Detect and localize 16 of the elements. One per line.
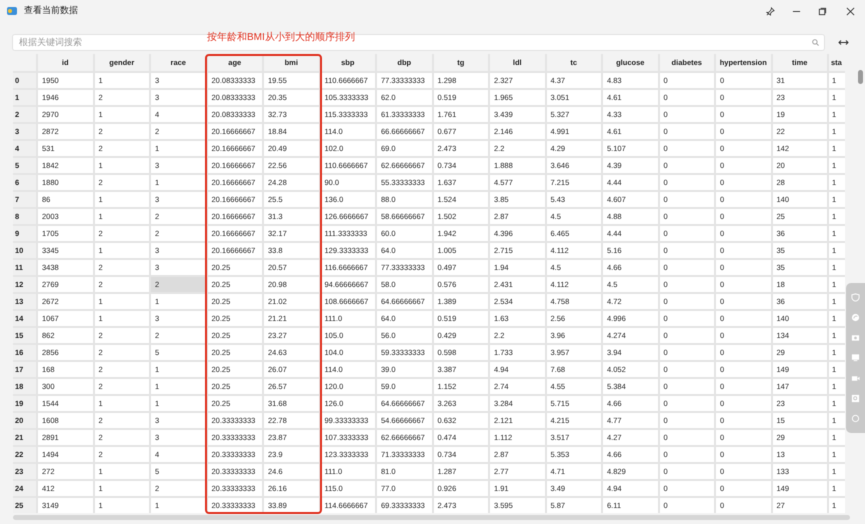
vertical-scrollbar[interactable]: [858, 70, 863, 84]
search-icon[interactable]: [851, 394, 860, 404]
annotation-text: 按年龄和BMI从小到大的顺序排列: [207, 30, 355, 45]
screen-icon[interactable]: [851, 353, 860, 362]
shield-icon[interactable]: [851, 292, 860, 302]
window-title: 查看当前数据: [24, 4, 78, 18]
pin-icon: [766, 6, 774, 16]
close-icon: [846, 6, 854, 16]
camera-icon[interactable]: [851, 333, 860, 342]
spiral-icon[interactable]: [851, 312, 860, 322]
search-icon: [812, 38, 819, 46]
maximize-icon: [818, 6, 826, 16]
horizontal-scrollbar[interactable]: [13, 515, 850, 520]
app-icon: [6, 5, 18, 17]
video-icon[interactable]: [851, 374, 860, 383]
settings-icon[interactable]: [851, 414, 860, 424]
